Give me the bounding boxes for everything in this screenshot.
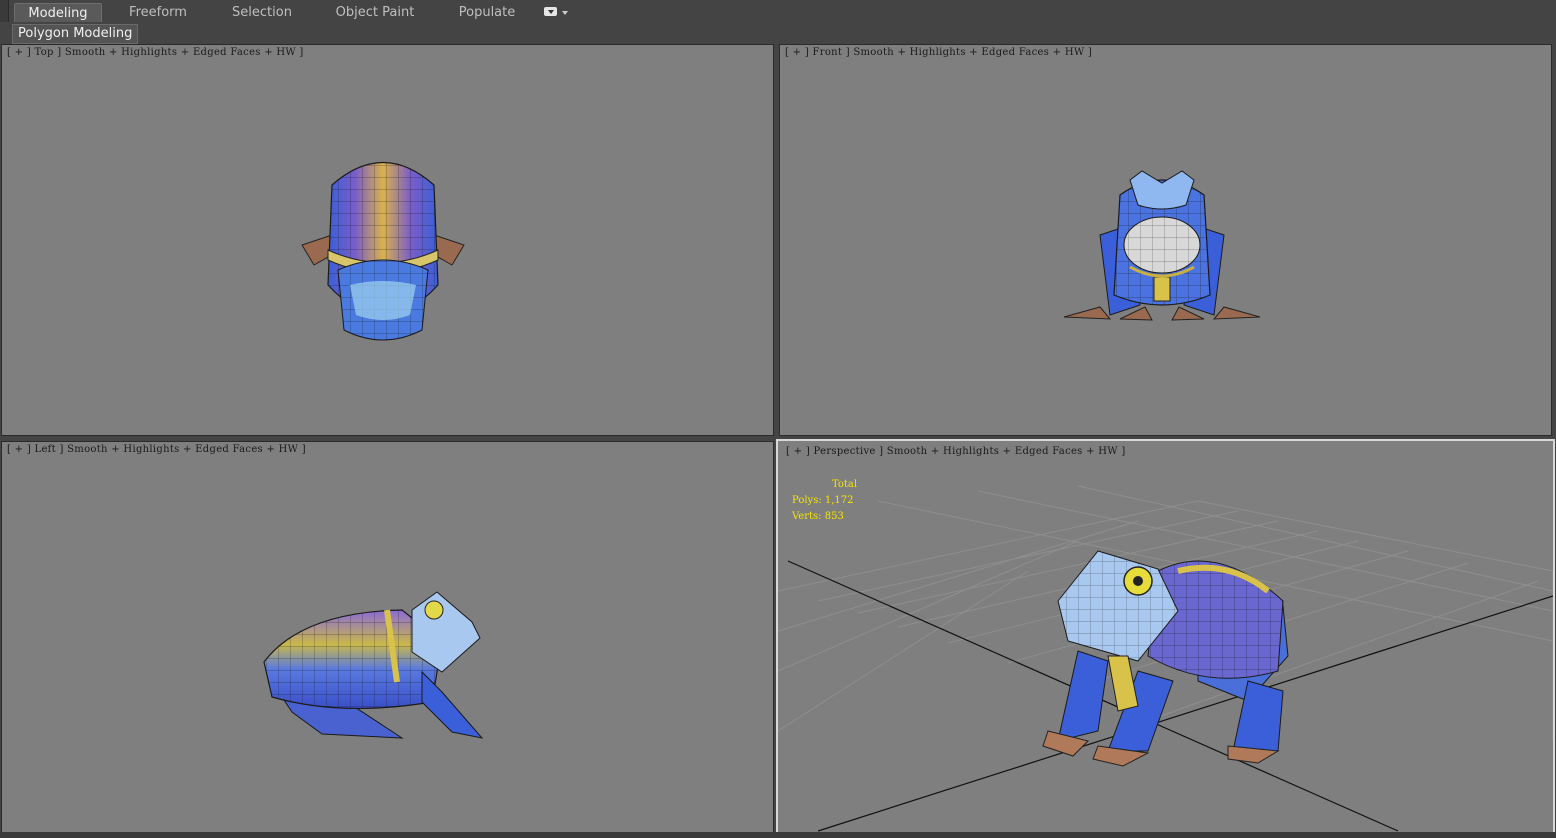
ribbon-tab-bar: Modeling Freeform Selection Object Paint… [0,0,1556,24]
ribbon-grip[interactable] [0,0,9,24]
polygon-modeling-panel-button[interactable]: Polygon Modeling [12,24,139,44]
ribbon-panel [0,22,1556,42]
viewport-front[interactable]: [ + ] Front ] Smooth + Highlights + Edge… [779,44,1552,436]
frog-model-left-view [263,591,484,739]
tab-modeling[interactable]: Modeling [14,3,102,23]
status-bar-edge [0,832,1556,838]
dropdown-icon[interactable] [544,7,557,16]
frog-model-front-view [1063,170,1261,321]
chevron-down-icon[interactable] [562,11,568,15]
viewport-left[interactable]: [ + ] Left ] Smooth + Highlights + Edged… [1,441,774,833]
viewport-perspective[interactable]: [ + ] Perspective ] Smooth + Highlights … [776,439,1555,835]
frog-model-top-view [301,161,465,341]
tab-selection[interactable]: Selection [222,3,302,22]
tab-populate[interactable]: Populate [450,3,524,22]
tab-freeform[interactable]: Freeform [118,3,198,22]
viewport-top[interactable]: [ + ] Top ] Smooth + Highlights + Edged … [1,44,774,436]
tab-object-paint[interactable]: Object Paint [330,3,420,22]
frog-model-perspective [1042,550,1289,767]
perspective-scene [778,485,1553,832]
